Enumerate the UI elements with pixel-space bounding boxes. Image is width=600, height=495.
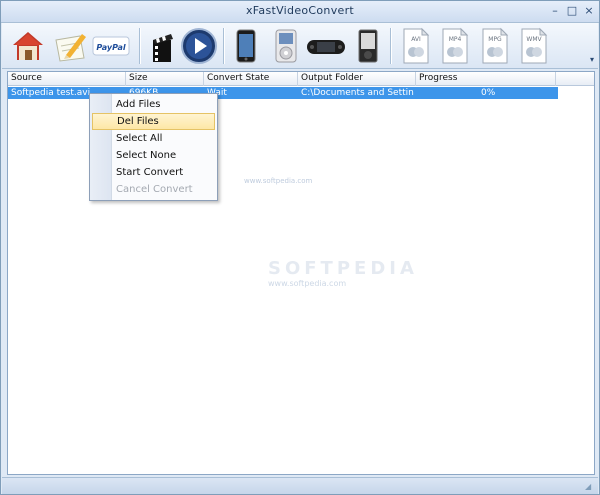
column-header-output-folder[interactable]: Output Folder	[298, 72, 416, 86]
cell-progress: 0%	[481, 88, 496, 98]
wmv-format-icon: WMV	[521, 27, 548, 64]
edit-icon	[55, 34, 86, 62]
menu-item-del-files[interactable]: Del Files	[92, 113, 215, 130]
toolbar-separator	[139, 28, 141, 64]
zune-button[interactable]	[348, 26, 388, 66]
paypal-label: PayPal	[96, 43, 125, 52]
paypal-button[interactable]: PayPal	[91, 26, 131, 66]
zune-icon	[358, 29, 378, 63]
clapper-icon	[153, 34, 173, 62]
paypal-icon: PayPal	[92, 36, 130, 56]
play-icon	[181, 28, 217, 64]
menu-item-select-all[interactable]: Select All	[92, 130, 215, 147]
watermark-url-lower: www.softpedia.com	[268, 279, 347, 288]
app-window: xFastVideoConvert – □ × PayPal AVI MP4 M…	[0, 0, 600, 495]
toolbar-separator	[390, 28, 392, 64]
mp4-format-button[interactable]: MP4	[434, 26, 474, 66]
ipod-icon	[275, 29, 297, 63]
context-menu: Add Files Del Files Select All Select No…	[89, 93, 218, 201]
resize-grip-icon[interactable]: ◢	[585, 482, 595, 492]
psp-button[interactable]	[306, 26, 346, 66]
play-button[interactable]	[179, 26, 219, 66]
title-bar[interactable]: xFastVideoConvert – □ ×	[1, 1, 599, 23]
watermark-url: www.softpedia.com	[244, 177, 313, 185]
cell-output-folder: C:\Documents and Settings\	[301, 88, 414, 98]
mpg-format-icon: MPG	[482, 27, 509, 64]
column-header-source[interactable]: Source	[8, 72, 126, 86]
wmv-format-button[interactable]: WMV	[513, 26, 553, 66]
iphone-icon	[236, 29, 256, 63]
home-icon	[13, 32, 43, 60]
mp4-format-label: MP4	[449, 36, 462, 43]
mpg-format-label: MPG	[488, 36, 502, 43]
home-button[interactable]	[8, 26, 48, 66]
clapper-button[interactable]	[143, 26, 183, 66]
avi-format-label: AVI	[411, 36, 421, 43]
softpedia-watermark: SOFTPEDIA	[268, 258, 418, 279]
menu-item-select-none[interactable]: Select None	[92, 147, 215, 164]
column-header-size[interactable]: Size	[126, 72, 204, 86]
toolbar-separator	[223, 28, 225, 64]
toolbar: PayPal AVI MP4 MPG WMV ▾	[2, 23, 598, 69]
edit-button[interactable]	[50, 26, 90, 66]
minimize-button[interactable]: –	[547, 4, 563, 18]
mpg-format-button[interactable]: MPG	[474, 26, 514, 66]
toolbar-overflow-icon[interactable]: ▾	[587, 55, 597, 65]
wmv-format-label: WMV	[526, 36, 542, 43]
avi-format-icon: AVI	[403, 27, 430, 64]
menu-item-add-files[interactable]: Add Files	[92, 96, 215, 113]
window-title: xFastVideoConvert	[245, 4, 355, 17]
menu-item-start-convert[interactable]: Start Convert	[92, 164, 215, 181]
iphone-button[interactable]	[226, 26, 266, 66]
list-header: Source Size Convert State Output Folder …	[8, 72, 594, 86]
cell-convert-state: Wait	[204, 87, 298, 99]
column-header-progress[interactable]: Progress	[416, 72, 556, 86]
close-button[interactable]: ×	[581, 4, 597, 18]
ipod-button[interactable]	[266, 26, 306, 66]
avi-format-button[interactable]: AVI	[395, 26, 435, 66]
maximize-button[interactable]: □	[564, 4, 580, 18]
menu-item-cancel-convert: Cancel Convert	[116, 184, 193, 195]
status-bar: ◢	[2, 477, 598, 494]
mp4-format-icon: MP4	[442, 27, 469, 64]
column-header-convert-state[interactable]: Convert State	[204, 72, 298, 86]
psp-icon	[307, 40, 345, 54]
